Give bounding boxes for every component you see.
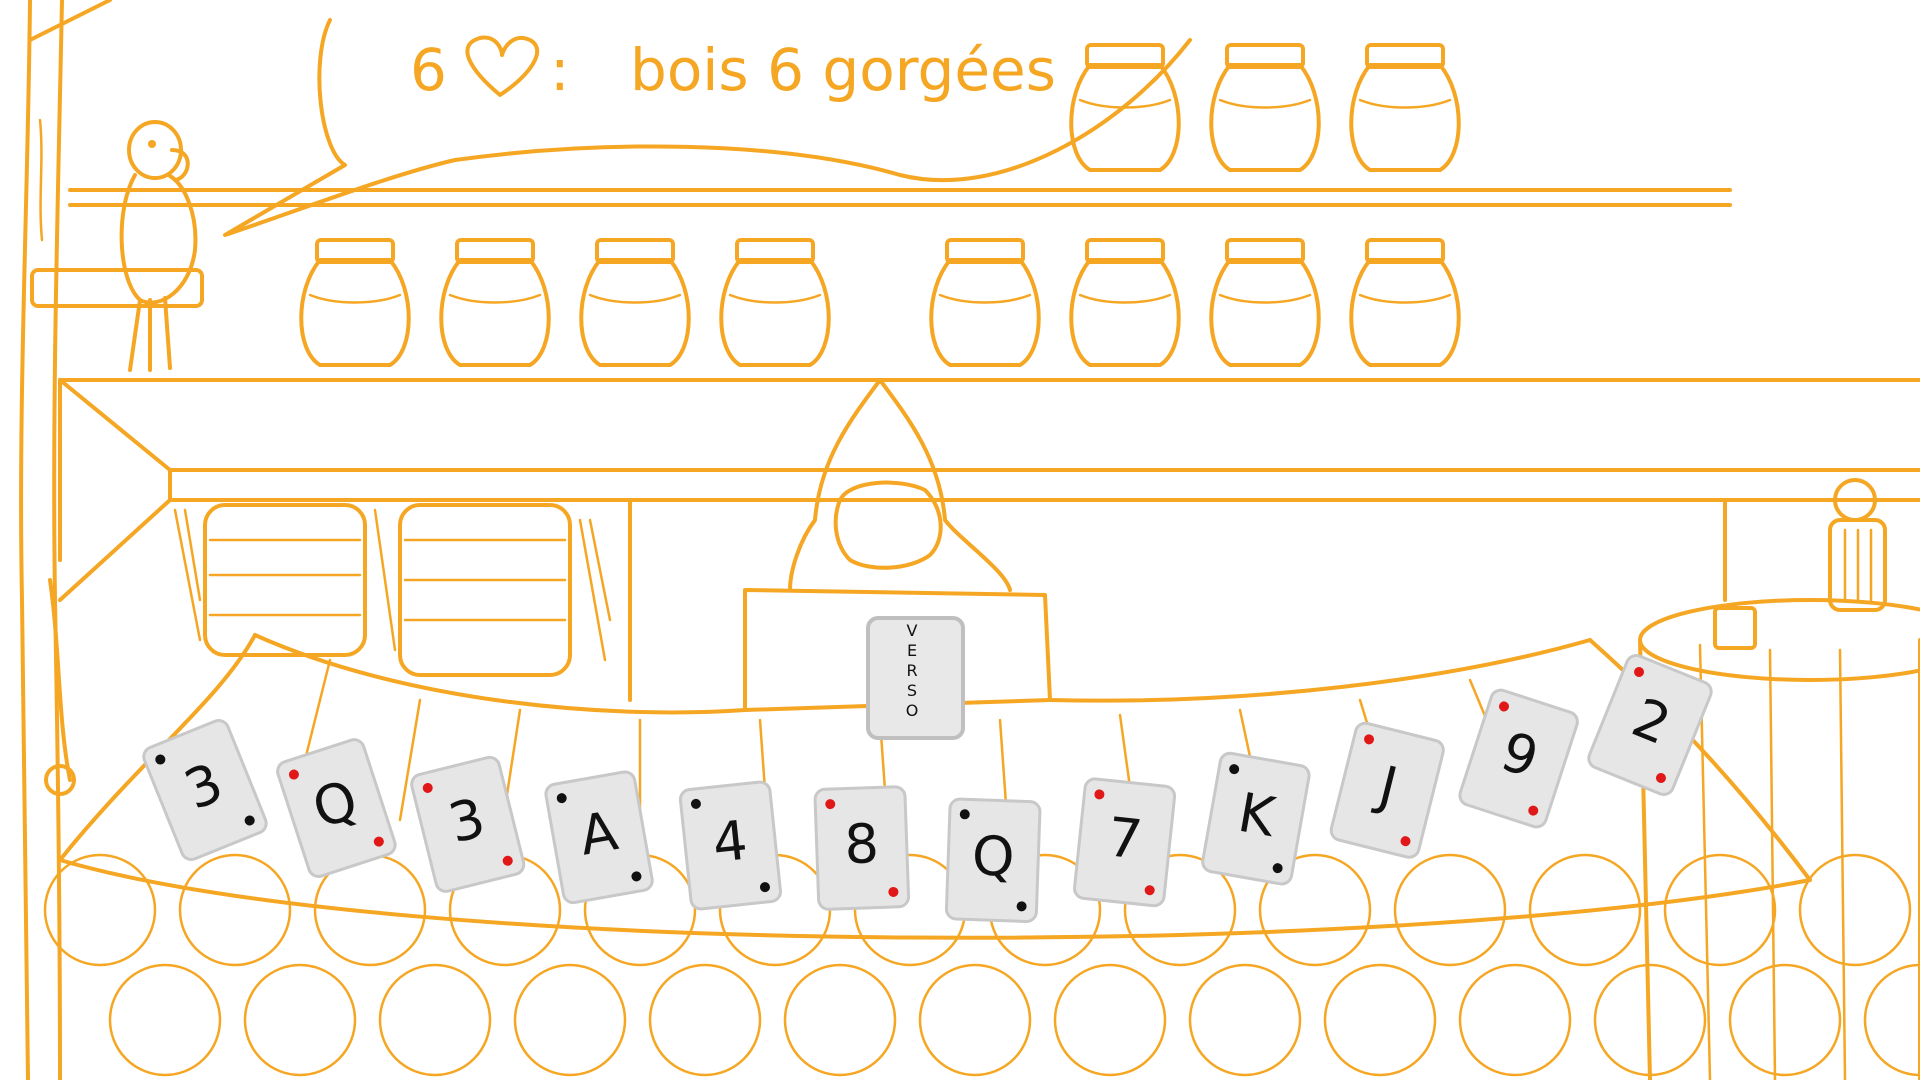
tavern-scene: 6 : bois 6 gorgées V E R S O 3 Q 3 A 4 8…	[19, 0, 1920, 1080]
playing-card-3[interactable]: 3	[410, 755, 526, 893]
foreground-ring	[1863, 963, 1920, 1077]
playing-card-6[interactable]: 8	[813, 785, 911, 911]
playing-card-9[interactable]: K	[1201, 751, 1311, 886]
foreground-ring	[108, 963, 222, 1077]
deck-label-o: O	[906, 701, 919, 720]
foreground-ring	[378, 963, 492, 1077]
deck[interactable]: V E R S O	[866, 616, 965, 740]
foreground-ring	[1728, 963, 1842, 1077]
playing-card-4[interactable]: A	[544, 770, 654, 905]
foreground-ring	[1798, 853, 1912, 967]
foreground-ring	[1663, 853, 1777, 967]
jar-lower-0	[299, 238, 411, 367]
foreground-ring	[648, 963, 762, 1077]
playing-card-12[interactable]: 2	[1586, 653, 1714, 798]
heart-outline-icon	[465, 35, 540, 97]
foreground-ring	[1458, 963, 1572, 1077]
deck-label-e: E	[907, 641, 917, 660]
jar-lower-3	[719, 238, 831, 367]
hooded-dealer	[788, 378, 1012, 592]
speech-bubble: 6 : bois 6 gorgées	[223, 18, 1192, 237]
playing-card-11[interactable]: 9	[1457, 688, 1580, 830]
foreground-ring	[918, 963, 1032, 1077]
jar-lower-6	[1209, 238, 1321, 367]
jar-upper-1	[1209, 43, 1321, 172]
back-barrels	[173, 503, 612, 677]
bubble-count: 6	[410, 36, 447, 104]
foreground-ring	[1323, 963, 1437, 1077]
parrot-icon	[119, 120, 198, 372]
jar-lower-7	[1349, 238, 1461, 367]
foreground-ring	[243, 963, 357, 1077]
card-rank: 8	[843, 812, 880, 876]
foreground-ring	[1053, 963, 1167, 1077]
foreground-ring	[178, 853, 292, 967]
playing-card-10[interactable]: J	[1329, 721, 1445, 859]
foreground-ring	[1393, 853, 1507, 967]
jar-lower-5	[1069, 238, 1181, 367]
jar-upper-0	[1069, 43, 1181, 172]
jar-lower-1	[439, 238, 551, 367]
card-rank: 4	[710, 809, 751, 875]
playing-card-7[interactable]: Q	[944, 797, 1042, 923]
playing-card-2[interactable]: Q	[275, 737, 398, 879]
foreground-ring	[513, 963, 627, 1077]
foreground-ring	[783, 963, 897, 1077]
bubble-rule-text: bois 6 gorgées	[630, 36, 1056, 104]
upper-jars	[1069, 43, 1461, 172]
mug-icon	[1713, 606, 1757, 650]
jar-upper-2	[1349, 43, 1461, 172]
jar-lower-2	[579, 238, 691, 367]
playing-card-5[interactable]: 4	[678, 780, 782, 911]
foreground-ring	[1188, 963, 1302, 1077]
card-rank: 7	[1105, 805, 1146, 871]
jar-lower-4	[929, 238, 1041, 367]
playing-card-1[interactable]: 3	[141, 718, 269, 863]
deck-label-s: S	[907, 681, 917, 700]
wooden-post	[19, 0, 112, 1080]
bubble-separator: :	[550, 36, 570, 104]
card-rank: Q	[971, 824, 1016, 888]
deck-label-v: V	[907, 621, 918, 640]
playing-card-8[interactable]: 7	[1073, 777, 1177, 908]
deck-label-r: R	[906, 661, 917, 680]
lower-jars	[299, 238, 1461, 367]
